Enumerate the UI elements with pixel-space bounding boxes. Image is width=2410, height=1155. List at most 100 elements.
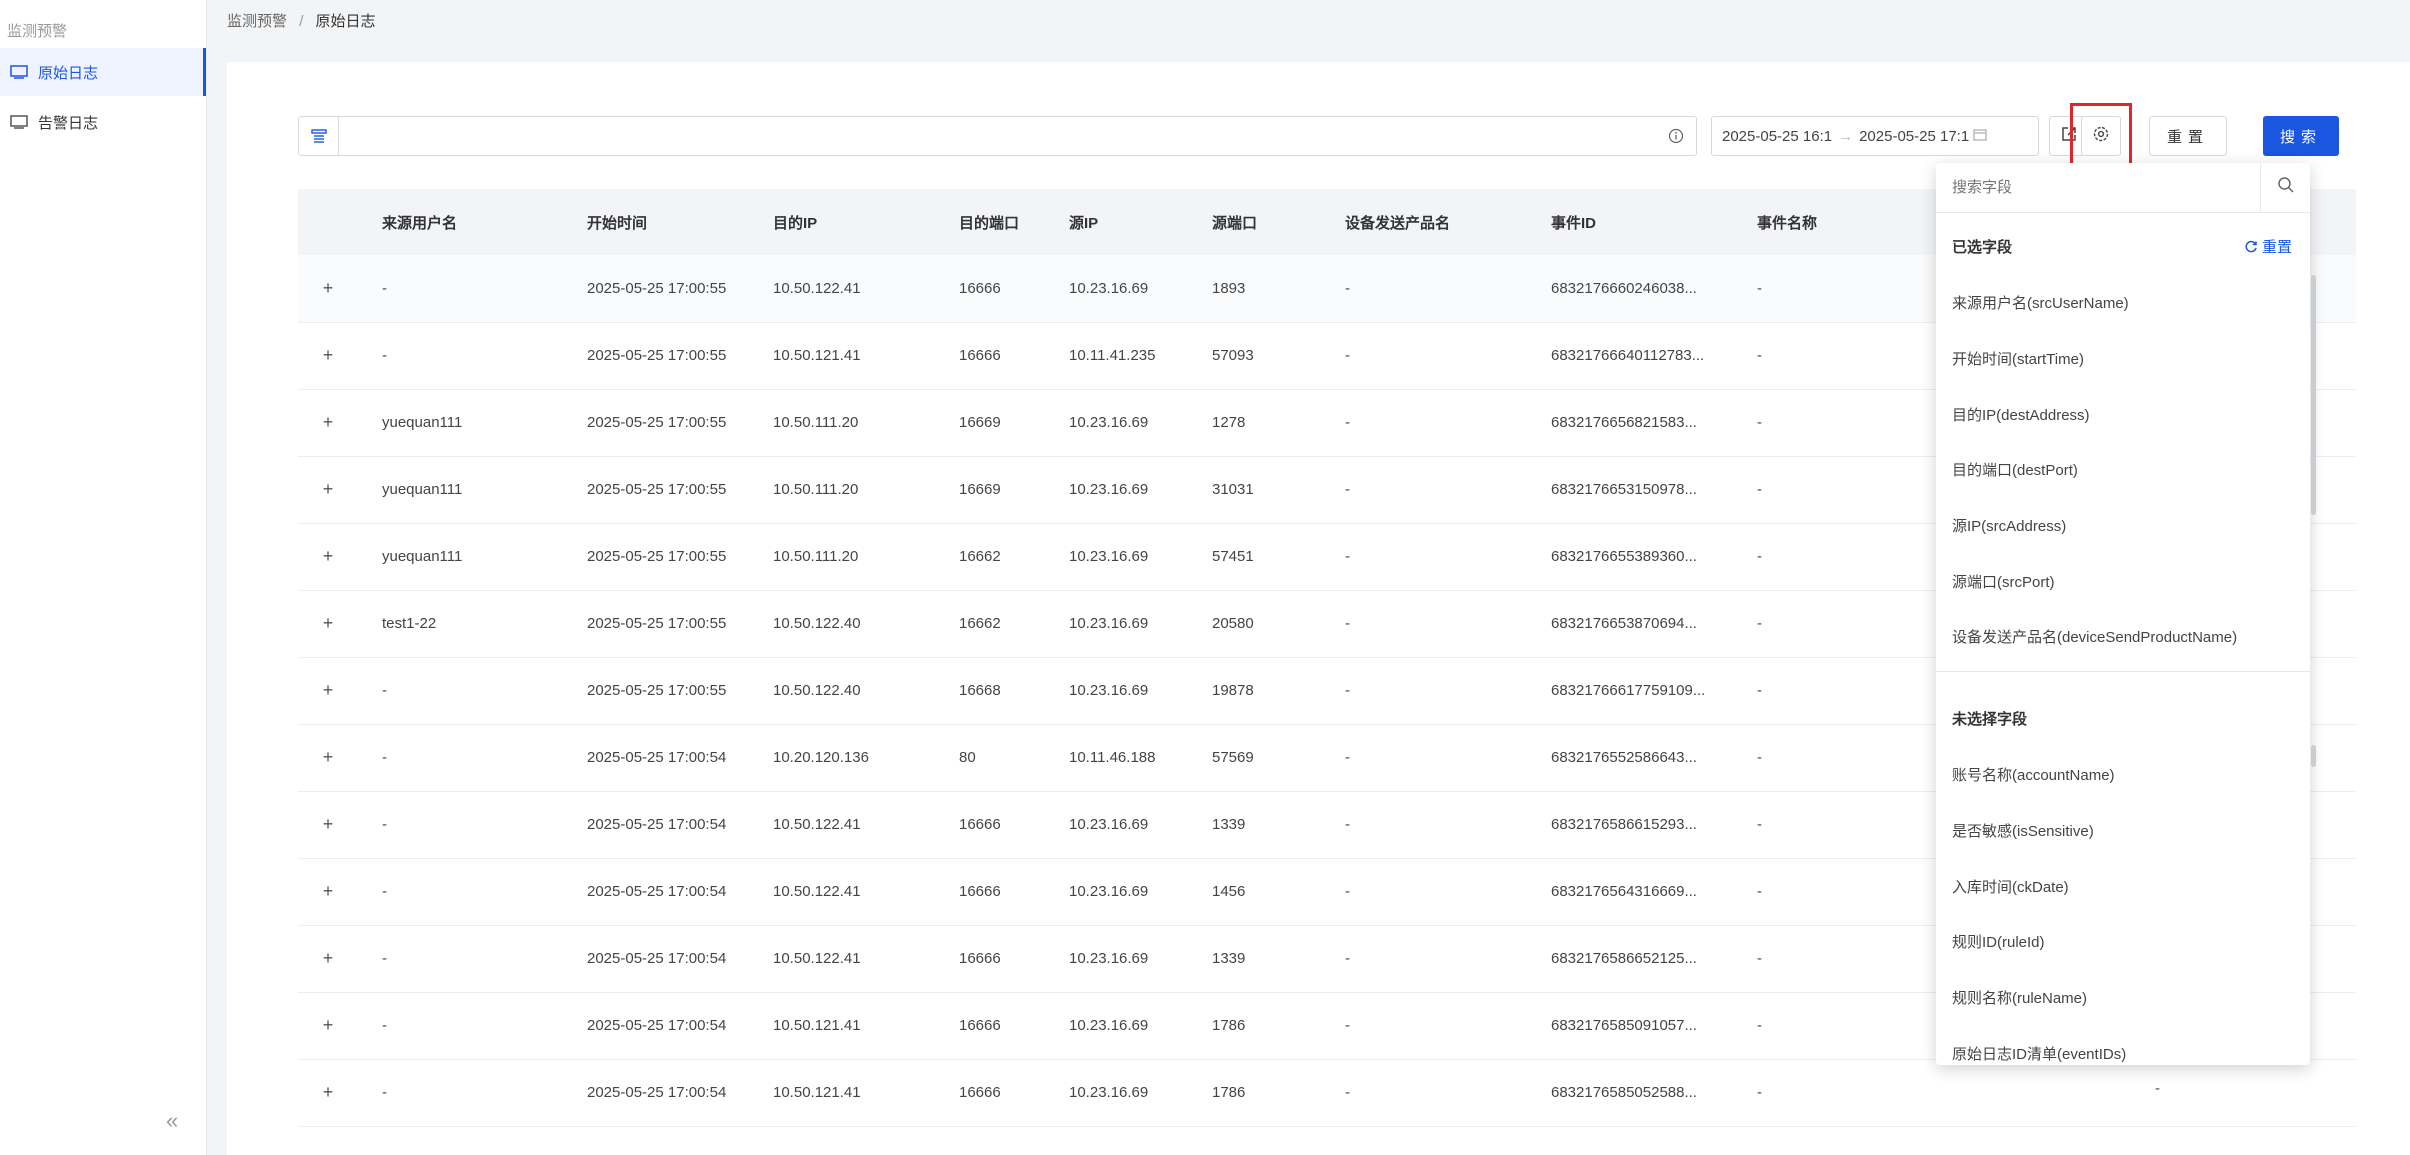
query-search-bar	[298, 116, 1697, 156]
table-cell: 16666	[959, 255, 1069, 323]
column-header[interactable]: 事件ID	[1551, 189, 1757, 255]
table-cell: 10.23.16.69	[1069, 255, 1212, 323]
table-cell: 2025-05-25 17:00:55	[587, 389, 773, 457]
unselected-field-item[interactable]: 是否敏感(isSensitive)	[1952, 820, 2094, 841]
sidebar-item-alert-log[interactable]: 告警日志	[0, 98, 206, 146]
info-icon[interactable]	[1656, 128, 1696, 144]
query-mode-icon[interactable]	[299, 117, 339, 155]
table-cell: 19878	[1212, 657, 1345, 725]
table-cell: 2025-05-25 17:00:54	[587, 925, 773, 993]
selected-field-item[interactable]: 源IP(srcAddress)	[1952, 515, 2066, 536]
table-cell: 16669	[959, 456, 1069, 524]
table-cell: 10.23.16.69	[1069, 657, 1212, 725]
table-cell: 1339	[1212, 925, 1345, 993]
table-cell: 6832176655389360...	[1551, 523, 1757, 591]
table-cell: 10.50.111.20	[773, 456, 959, 524]
expand-row-icon[interactable]: +	[318, 814, 338, 835]
table-cell: -	[1345, 322, 1551, 390]
table-cell: 10.23.16.69	[1069, 590, 1212, 658]
table-cell: -	[1345, 590, 1551, 658]
field-search-button[interactable]	[2260, 162, 2310, 213]
selected-field-item[interactable]: 设备发送产品名(deviceSendProductName)	[1952, 626, 2237, 647]
table-cell: -	[1757, 1059, 2356, 1127]
date-start: 2025-05-25 16:1	[1722, 127, 1833, 145]
expand-row-icon[interactable]: +	[318, 1082, 338, 1103]
sidebar: 监测预警 原始日志 告警日志 «	[0, 0, 207, 1155]
unselected-field-item[interactable]: 原始日志ID清单(eventIDs)	[1952, 1043, 2126, 1064]
selected-field-item[interactable]: 目的端口(destPort)	[1952, 459, 2078, 480]
unselected-field-item[interactable]: 入库时间(ckDate)	[1952, 876, 2069, 897]
table-cell: 2025-05-25 17:00:54	[587, 992, 773, 1060]
expand-row-icon[interactable]: +	[318, 747, 338, 768]
table-cell: 16669	[959, 389, 1069, 457]
table-cell: 6832176585091057...	[1551, 992, 1757, 1060]
column-header[interactable]: 来源用户名	[382, 189, 587, 255]
expand-row-icon[interactable]: +	[318, 412, 338, 433]
column-header[interactable]: 设备发送产品名	[1345, 189, 1551, 255]
selected-field-item[interactable]: 源端口(srcPort)	[1952, 571, 2055, 592]
field-search-input[interactable]	[1936, 163, 2260, 212]
table-cell: 10.50.121.41	[773, 992, 959, 1060]
unselected-field-item[interactable]: 规则名称(ruleName)	[1952, 987, 2087, 1008]
table-cell: 16668	[959, 657, 1069, 725]
expand-cell: +	[298, 255, 382, 323]
breadcrumb-current: 原始日志	[315, 13, 376, 30]
table-cell: -	[382, 724, 587, 792]
breadcrumb: 监测预警 / 原始日志	[227, 10, 376, 31]
table-cell: -	[1345, 389, 1551, 457]
sidebar-item-raw-log[interactable]: 原始日志	[0, 48, 206, 96]
table-cell: 10.23.16.69	[1069, 858, 1212, 926]
table-cell: -	[1345, 992, 1551, 1060]
expand-row-icon[interactable]: +	[318, 546, 338, 567]
table-cell: 16666	[959, 858, 1069, 926]
table-cell: 16666	[959, 925, 1069, 993]
sidebar-item-label: 告警日志	[38, 114, 99, 132]
expand-row-icon[interactable]: +	[318, 613, 338, 634]
table-cell: 10.23.16.69	[1069, 1059, 1212, 1127]
column-header[interactable]: 目的IP	[773, 189, 959, 255]
table-cell: 10.50.121.41	[773, 322, 959, 390]
table-row[interactable]: + -2025-05-25 17:00:54 10.50.121.41 16666 10…	[298, 1059, 2356, 1127]
table-cell: 2025-05-25 17:00:55	[587, 456, 773, 524]
table-cell: 6832176585052588...	[1551, 1059, 1757, 1127]
column-header[interactable]: 开始时间	[587, 189, 773, 255]
expand-row-icon[interactable]: +	[318, 680, 338, 701]
reset-button[interactable]: 重置	[2149, 116, 2227, 156]
unselected-field-item[interactable]: 规则ID(ruleId)	[1952, 931, 2045, 952]
expand-row-icon[interactable]: +	[318, 345, 338, 366]
unselected-scrollbar[interactable]	[2311, 745, 2316, 767]
reset-fields-label: 重置	[2261, 239, 2292, 256]
expand-row-icon[interactable]: +	[318, 278, 338, 298]
expand-row-icon[interactable]: +	[318, 948, 338, 969]
expand-cell: +	[298, 657, 382, 725]
sidebar-item-label: 原始日志	[38, 64, 99, 82]
expand-row-icon[interactable]: +	[318, 1015, 338, 1036]
column-header[interactable]: 目的端口	[959, 189, 1069, 255]
unselected-field-item[interactable]: 账号名称(accountName)	[1952, 764, 2115, 785]
expand-cell: +	[298, 456, 382, 524]
selected-field-item[interactable]: 开始时间(startTime)	[1952, 348, 2084, 369]
reset-fields-link[interactable]: 重置	[2244, 236, 2292, 257]
column-header[interactable]: 源IP	[1069, 189, 1212, 255]
table-cell: -	[382, 791, 587, 859]
table-cell: -	[1345, 523, 1551, 591]
selected-field-item[interactable]: 来源用户名(srcUserName)	[1952, 292, 2129, 313]
column-header[interactable]: 源端口	[1212, 189, 1345, 255]
table-cell: 2025-05-25 17:00:54	[587, 791, 773, 859]
breadcrumb-parent[interactable]: 监测预警	[227, 13, 287, 30]
table-cell: test1-22	[382, 590, 587, 658]
table-cell: 2025-05-25 17:00:55	[587, 590, 773, 658]
table-cell: -	[1345, 255, 1551, 323]
expand-row-icon[interactable]: +	[318, 881, 338, 902]
table-cell: 16666	[959, 1059, 1069, 1127]
table-cell: 10.50.122.41	[773, 255, 959, 323]
selected-field-item[interactable]: 目的IP(destAddress)	[1952, 404, 2090, 425]
selected-scrollbar[interactable]	[2311, 275, 2316, 515]
collapse-sidebar-button[interactable]: «	[166, 1108, 178, 1134]
table-cell: -	[1345, 858, 1551, 926]
date-range-picker[interactable]: 2025-05-25 16:1 → 2025-05-25 17:1	[1711, 116, 2039, 156]
query-input[interactable]	[339, 117, 1656, 155]
search-button[interactable]: 搜索	[2263, 116, 2339, 156]
expand-row-icon[interactable]: +	[318, 479, 338, 500]
table-cell: 1786	[1212, 1059, 1345, 1127]
